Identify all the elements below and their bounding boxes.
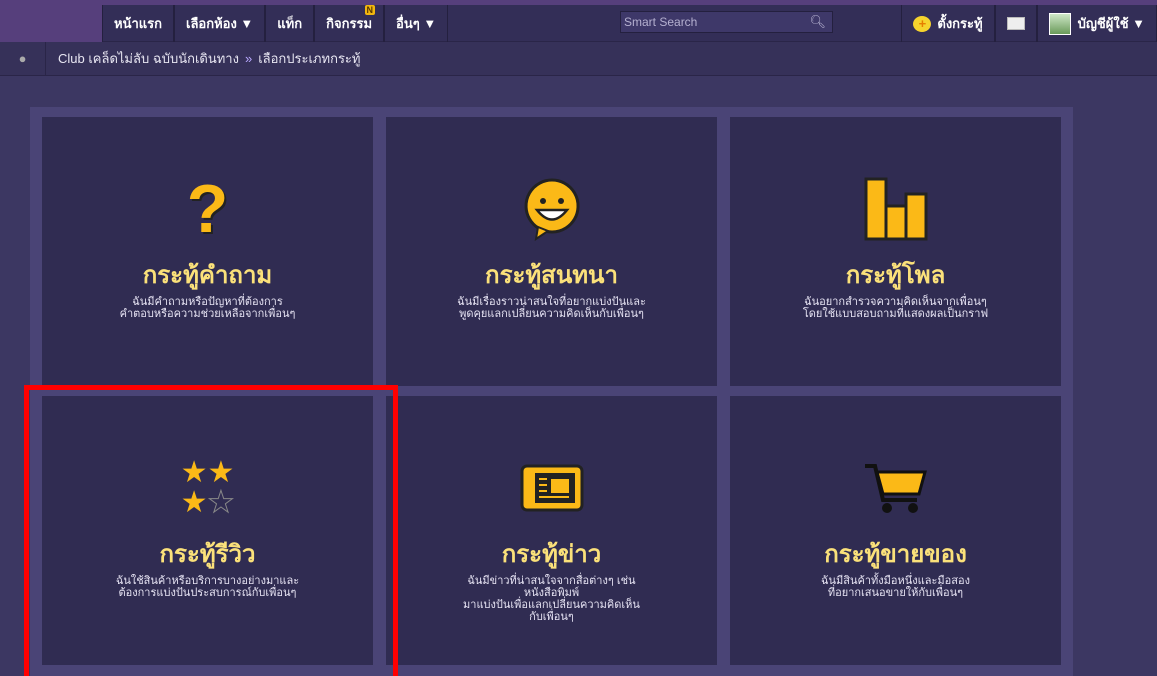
breadcrumb-separator: » xyxy=(244,51,253,66)
smiley-icon xyxy=(386,169,717,249)
card-title: กระทู้สนทนา xyxy=(485,262,618,289)
nav-more[interactable]: อื่นๆ ▼ xyxy=(384,4,449,42)
messages-button[interactable] xyxy=(994,5,1037,42)
account-label: บัญชีผู้ใช้ ▼ xyxy=(1077,16,1145,31)
nav-tags[interactable]: แท็ก xyxy=(265,4,315,42)
nav-select-room[interactable]: เลือกห้อง ▼ xyxy=(174,4,266,42)
bar-chart-icon xyxy=(730,169,1061,249)
newspaper-icon xyxy=(386,448,717,528)
new-topic-label: ตั้งกระทู้ xyxy=(937,16,983,31)
card-title: กระทู้ข่าว xyxy=(501,541,602,568)
card-discussion[interactable]: กระทู้สนทนา ฉันมีเรื่องราวน่าสนใจที่อยาก… xyxy=(386,117,717,386)
nav-home[interactable]: หน้าแรก xyxy=(102,4,174,42)
card-desc: ฉันอยากสำรวจความคิดเห็นจากเพื่อนๆ โดยใช้… xyxy=(802,296,989,320)
card-desc: ฉันมีข่าวที่น่าสนใจจากสื่อต่างๆ เช่น หนั… xyxy=(463,575,640,623)
account-menu[interactable]: บัญชีผู้ใช้ ▼ xyxy=(1036,5,1157,42)
nav-activities-label: กิจกรรม xyxy=(326,15,373,31)
card-desc: ฉันมีคำถามหรือปัญหาที่ต้องการ คำตอบหรือค… xyxy=(119,296,296,320)
nav-activities[interactable]: กิจกรรม N xyxy=(314,4,385,42)
card-poll[interactable]: กระทู้โพล ฉันอยากสำรวจความคิดเห็นจากเพื่… xyxy=(730,117,1061,386)
card-desc: ฉันมีเรื่องราวน่าสนใจที่อยากแบ่งปันและ พ… xyxy=(457,296,646,320)
card-news[interactable]: กระทู้ข่าว ฉันมีข่าวที่น่าสนใจจากสื่อต่า… xyxy=(386,396,717,665)
cart-icon xyxy=(730,448,1061,528)
card-title: กระทู้ขายของ xyxy=(824,541,967,568)
breadcrumb: ● Club เคล็ดไม่ลับ ฉบับนักเดินทาง » เลือ… xyxy=(0,41,1157,76)
envelope-icon xyxy=(1006,17,1025,30)
highlight-box xyxy=(24,385,398,676)
new-badge: N xyxy=(364,4,376,15)
breadcrumb-club[interactable]: Club เคล็ดไม่ลับ ฉบับนักเดินทาง xyxy=(58,48,239,69)
card-question[interactable]: ? กระทู้คำถาม ฉันมีคำถามหรือปัญหาที่ต้อง… xyxy=(42,117,373,386)
card-title: กระทู้คำถาม xyxy=(142,262,273,289)
search-icon[interactable]: 🔍︎ xyxy=(809,14,826,30)
question-icon: ? xyxy=(186,171,229,247)
card-sell[interactable]: กระทู้ขายของ ฉันมีสินค้าทั้งมือหนึ่งและม… xyxy=(730,396,1061,665)
plus-bubble-icon: + xyxy=(913,15,932,32)
avatar xyxy=(1048,12,1071,35)
card-desc: ฉันมีสินค้าทั้งมือหนึ่งและมือสอง ที่อยาก… xyxy=(821,575,970,599)
location-pin-icon: ● xyxy=(0,41,46,76)
search-input[interactable]: Smart Search 🔍︎ xyxy=(620,11,833,33)
card-title: กระทู้โพล xyxy=(845,262,946,289)
search-placeholder: Smart Search xyxy=(624,15,698,29)
new-topic-button[interactable]: + ตั้งกระทู้ xyxy=(901,5,995,42)
breadcrumb-current: เลือกประเภทกระทู้ xyxy=(258,51,361,66)
main-nav: หน้าแรก เลือกห้อง ▼ แท็ก กิจกรรม N อื่นๆ … xyxy=(102,4,1157,42)
